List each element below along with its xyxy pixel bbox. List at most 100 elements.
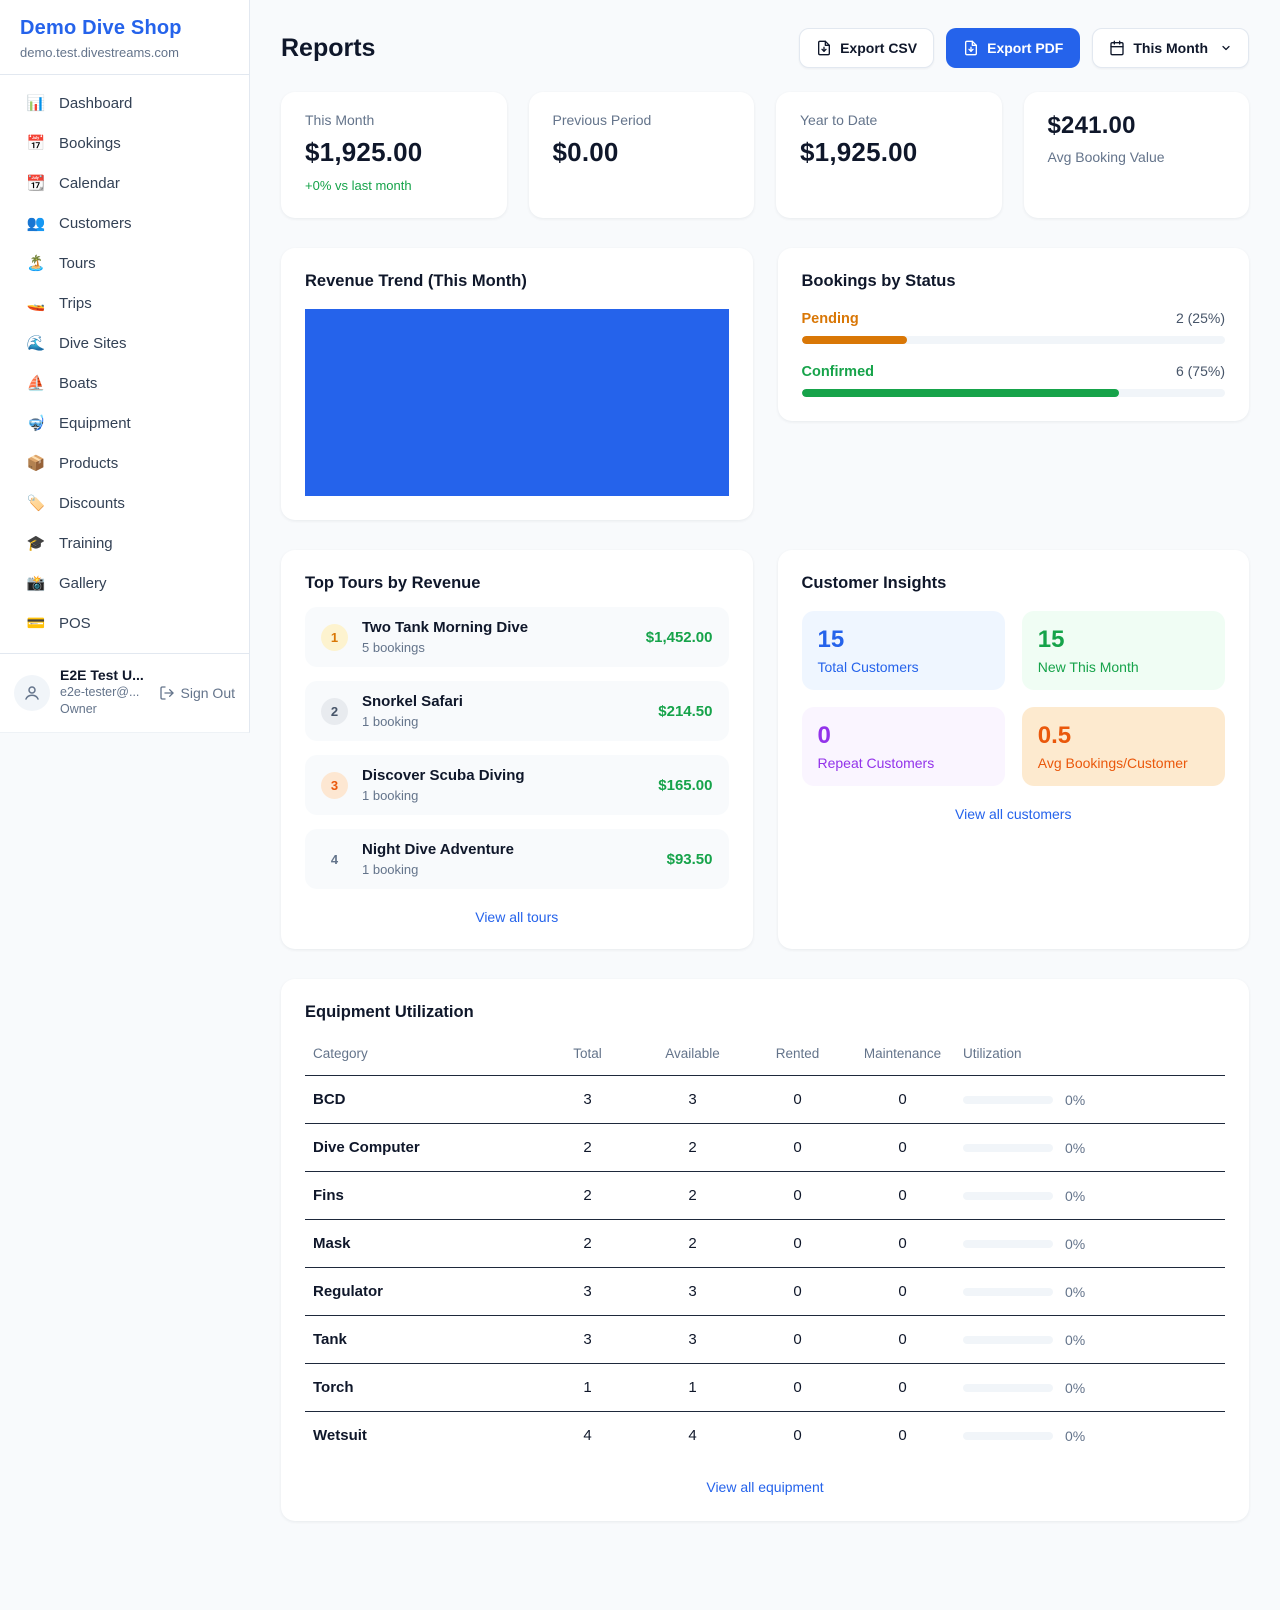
equipment-total: 2	[535, 1220, 640, 1268]
col-utilization: Utilization	[955, 1036, 1225, 1076]
utilization-percent: 0%	[1065, 1188, 1085, 1204]
calendar-icon: 📆	[26, 174, 46, 192]
equipment-utilization-card: Equipment Utilization Category Total Ava…	[281, 979, 1249, 1521]
equipment-row: Dive Computer 2 2 0 0 0%	[305, 1124, 1225, 1172]
equipment-rented: 0	[745, 1316, 850, 1364]
charts-row: Revenue Trend (This Month) Bookings by S…	[281, 248, 1249, 520]
tour-name: Discover Scuba Diving	[362, 767, 644, 784]
sidebar-item-boats[interactable]: ⛵ Boats	[0, 363, 249, 403]
shop-subdomain: demo.test.divestreams.com	[20, 45, 229, 60]
equipment-row: Torch 1 1 0 0 0%	[305, 1364, 1225, 1412]
training-icon: 🎓	[26, 534, 46, 552]
equipment-available: 2	[640, 1172, 745, 1220]
col-total: Total	[535, 1036, 640, 1076]
sidebar-item-dive-sites[interactable]: 🌊 Dive Sites	[0, 323, 249, 363]
sidebar-item-training[interactable]: 🎓 Training	[0, 523, 249, 563]
sidebar-item-pos[interactable]: 💳 POS	[0, 603, 249, 643]
discounts-icon: 🏷️	[26, 494, 46, 512]
sidebar-nav: 📊 Dashboard 📅 Bookings 📆 Calendar 👥 Cust…	[0, 75, 249, 653]
insight-tile-repeat-customers: 0 Repeat Customers	[802, 707, 1005, 786]
sidebar-item-label: Trips	[59, 295, 92, 312]
tour-bookings: 1 booking	[362, 862, 653, 877]
stat-label: Avg Booking Value	[1048, 149, 1226, 165]
sidebar-item-products[interactable]: 📦 Products	[0, 443, 249, 483]
insight-tile-total-customers: 15 Total Customers	[802, 611, 1005, 690]
equipment-available: 1	[640, 1364, 745, 1412]
user-name: E2E Test U...	[60, 667, 144, 684]
sidebar-item-bookings[interactable]: 📅 Bookings	[0, 123, 249, 163]
equipment-rented: 0	[745, 1076, 850, 1124]
sidebar-item-gallery[interactable]: 📸 Gallery	[0, 563, 249, 603]
export-pdf-button[interactable]: Export PDF	[946, 28, 1080, 68]
equipment-rented: 0	[745, 1412, 850, 1460]
equipment-rented: 0	[745, 1124, 850, 1172]
sidebar-item-calendar[interactable]: 📆 Calendar	[0, 163, 249, 203]
equipment-icon: 🤿	[26, 414, 46, 432]
equipment-total: 3	[535, 1268, 640, 1316]
sidebar-item-customers[interactable]: 👥 Customers	[0, 203, 249, 243]
status-bar-fill	[802, 336, 908, 344]
sidebar-item-equipment[interactable]: 🤿 Equipment	[0, 403, 249, 443]
sidebar-item-label: Products	[59, 455, 118, 472]
sidebar-item-dashboard[interactable]: 📊 Dashboard	[0, 83, 249, 123]
view-all-customers-link[interactable]: View all customers	[802, 806, 1226, 822]
equipment-row: Wetsuit 4 4 0 0 0%	[305, 1412, 1225, 1460]
user-role: Owner	[60, 701, 144, 718]
equipment-total: 3	[535, 1316, 640, 1364]
boats-icon: ⛵	[26, 374, 46, 392]
equipment-category: Torch	[305, 1364, 535, 1412]
equipment-category: Regulator	[305, 1268, 535, 1316]
status-row-confirmed: Confirmed 6 (75%)	[802, 363, 1226, 397]
equipment-maintenance: 0	[850, 1124, 955, 1172]
utilization-bar-track	[963, 1432, 1053, 1440]
export-csv-button[interactable]: Export CSV	[799, 28, 934, 68]
equipment-row: Mask 2 2 0 0 0%	[305, 1220, 1225, 1268]
equipment-total: 3	[535, 1076, 640, 1124]
equipment-maintenance: 0	[850, 1316, 955, 1364]
insight-label: Avg Bookings/Customer	[1038, 755, 1209, 771]
stat-value: $0.00	[553, 137, 731, 168]
equipment-row: Tank 3 3 0 0 0%	[305, 1316, 1225, 1364]
page-header: Reports Export CSV Export PDF This Month	[281, 28, 1249, 68]
utilization-bar-track	[963, 1192, 1053, 1200]
col-rented: Rented	[745, 1036, 850, 1076]
stat-card-avg-booking-value: $241.00 Avg Booking Value	[1024, 92, 1250, 218]
sidebar-item-trips[interactable]: 🚤 Trips	[0, 283, 249, 323]
customer-insights-card: Customer Insights 15 Total Customers 15 …	[778, 550, 1250, 949]
status-bar-track	[802, 389, 1226, 397]
status-bar-track	[802, 336, 1226, 344]
equipment-rented: 0	[745, 1220, 850, 1268]
equipment-available: 3	[640, 1316, 745, 1364]
equipment-maintenance: 0	[850, 1220, 955, 1268]
sign-out-button[interactable]: Sign Out	[159, 685, 235, 701]
view-all-tours-link[interactable]: View all tours	[305, 909, 729, 925]
sidebar-item-discounts[interactable]: 🏷️ Discounts	[0, 483, 249, 523]
utilization-bar-track	[963, 1096, 1053, 1104]
stat-card-this-month: This Month $1,925.00 +0% vs last month	[281, 92, 507, 218]
sidebar-item-tours[interactable]: 🏝️ Tours	[0, 243, 249, 283]
equipment-available: 3	[640, 1268, 745, 1316]
products-icon: 📦	[26, 454, 46, 472]
equipment-table: Category Total Available Rented Maintena…	[305, 1036, 1225, 1459]
gallery-icon: 📸	[26, 574, 46, 592]
equipment-category: Mask	[305, 1220, 535, 1268]
calendar-icon	[1109, 40, 1125, 56]
sign-out-icon	[159, 685, 175, 701]
equipment-category: Dive Computer	[305, 1124, 535, 1172]
top-tours-card: Top Tours by Revenue 1 Two Tank Morning …	[281, 550, 753, 949]
utilization-bar-track	[963, 1144, 1053, 1152]
insight-grid: 15 Total Customers 15 New This Month 0 R…	[802, 611, 1226, 786]
insight-label: New This Month	[1038, 659, 1209, 675]
view-all-equipment-link[interactable]: View all equipment	[305, 1479, 1225, 1495]
top-tours-title: Top Tours by Revenue	[305, 574, 729, 593]
insight-value: 0	[818, 722, 989, 750]
sidebar-item-label: Tours	[59, 255, 96, 272]
tour-row: 3 Discover Scuba Diving 1 booking $165.0…	[305, 755, 729, 815]
utilization-percent: 0%	[1065, 1332, 1085, 1348]
stat-label: This Month	[305, 112, 483, 128]
tour-bookings: 1 booking	[362, 714, 644, 729]
sidebar-item-label: Discounts	[59, 495, 125, 512]
stat-value: $241.00	[1048, 112, 1226, 140]
insight-label: Repeat Customers	[818, 755, 989, 771]
period-dropdown[interactable]: This Month	[1092, 28, 1249, 68]
